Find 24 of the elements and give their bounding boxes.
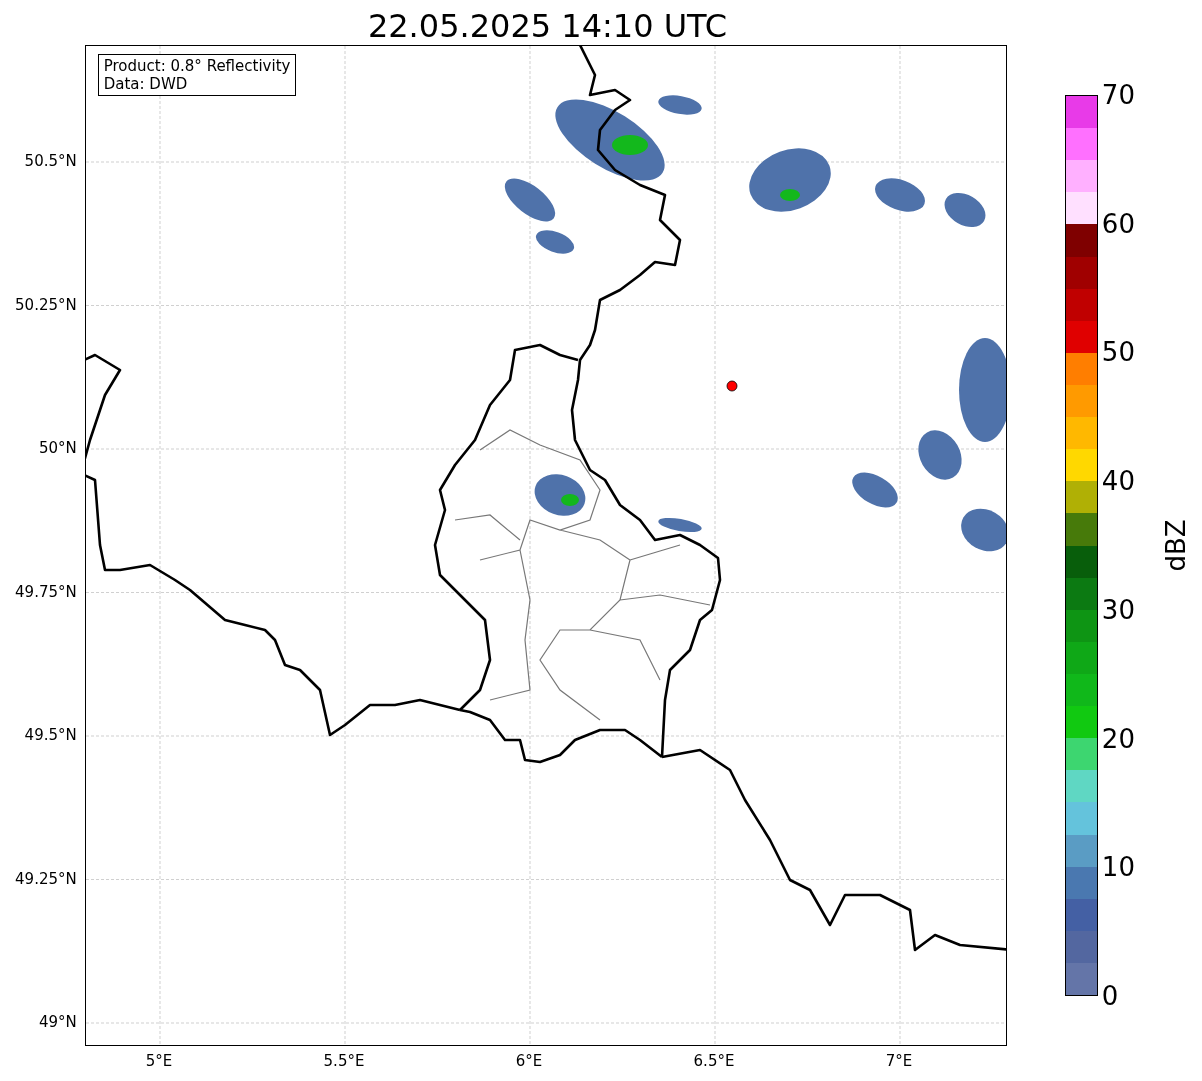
chart-title: 22.05.2025 14:10 UTC	[367, 10, 728, 45]
legend-text: Data: DWD	[103, 75, 189, 93]
axis-tick-label: 50°N	[38, 440, 77, 456]
axis-tick-label: 49.25°N	[15, 871, 77, 886]
colorbar-tick-label: 60	[1101, 210, 1135, 237]
axis-tick-label: 49.75°N	[15, 584, 77, 599]
colorbar-tick-label: 40	[1101, 468, 1135, 495]
axis-tick-label: 6.5°E	[693, 1054, 735, 1069]
axis-tick-label: 49°N	[38, 1014, 77, 1030]
axis-tick-label: 5°E	[145, 1054, 173, 1069]
colorbar-tick-label: 70	[1101, 82, 1135, 108]
axis-tick-label: 50.25°N	[15, 297, 77, 312]
colorbar-tick-label: 0	[1101, 983, 1119, 1009]
axis-tick-label: 50.5°N	[24, 153, 77, 169]
axis-tick-label: 5.5°E	[323, 1054, 365, 1069]
colorbar-tick-label: 10	[1101, 854, 1135, 881]
axis-tick-label: 7°E	[885, 1054, 913, 1069]
colorbar-tick-label: 20	[1101, 725, 1135, 752]
axis-tick-label: 49.5°N	[24, 727, 77, 743]
axis-tick-label: 6°E	[515, 1054, 543, 1069]
colorbar-tick-label: 30	[1101, 596, 1135, 623]
colorbar-label: dBZ	[1159, 519, 1192, 572]
colorbar-tick-label: 50	[1101, 339, 1135, 366]
legend-text: Product: 0.8° Reflectivity	[103, 57, 291, 75]
